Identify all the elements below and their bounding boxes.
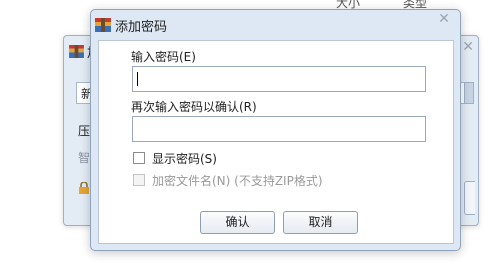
close-icon[interactable]: ✕ [436,11,452,27]
encrypt-filenames-checkbox[interactable] [133,174,145,186]
encrypt-filenames-label: 加密文件名(N) (不支持ZIP格式) [152,174,323,188]
show-password-label[interactable]: 显示密码(S) [152,150,217,167]
close-icon[interactable]: ✕ [462,39,474,55]
dialog-title: 添加密码 [115,20,168,35]
dialog-content: 输入密码(E) 再次输入密码以确认(R) 显示密码(S) 加密文件名(N) (不… [98,40,454,244]
ok-button[interactable]: 确认 [200,211,275,234]
cancel-button[interactable]: 取消 [283,211,358,234]
archive-icon [95,18,111,32]
password-label: 输入密码(E) [131,50,196,64]
lock-icon [79,182,89,194]
show-password-checkbox[interactable] [133,152,145,164]
password-input[interactable] [132,66,426,92]
dropdown-button[interactable] [464,82,474,104]
archive-icon [69,45,84,58]
background-button[interactable] [464,181,475,215]
text-caret [137,72,138,86]
background-label: 压 [78,124,91,138]
background-label-disabled: 智 [78,151,91,165]
confirm-password-input[interactable] [132,116,426,142]
add-password-dialog: 添加密码 ✕ 输入密码(E) 再次输入密码以确认(R) 显示密码(S) 加密文件… [90,9,461,251]
confirm-password-label: 再次输入密码以确认(R) [131,100,257,114]
